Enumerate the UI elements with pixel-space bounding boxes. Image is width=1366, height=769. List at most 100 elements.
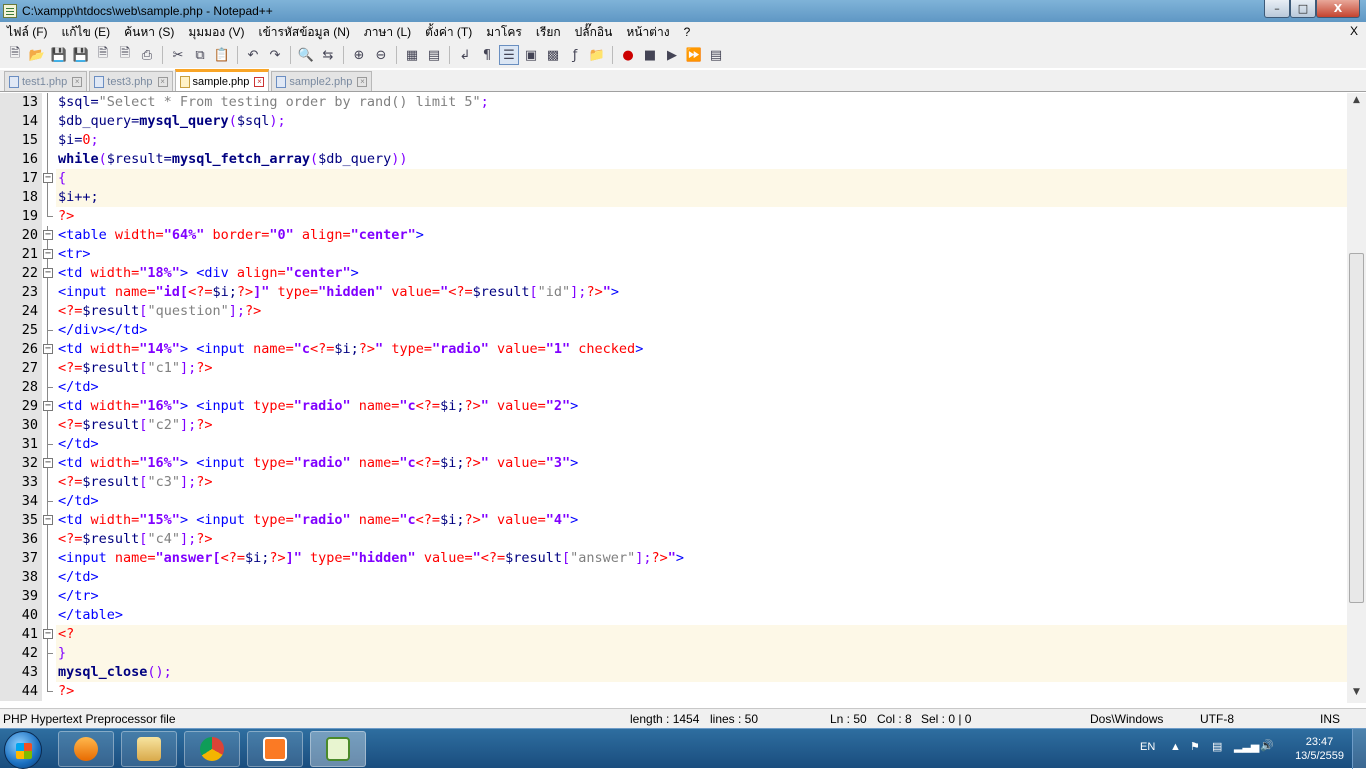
cut-icon[interactable]: ✂ [168, 45, 188, 65]
indent-guide-icon[interactable]: ☰ [499, 45, 519, 65]
notepadpp-app-icon[interactable] [3, 4, 17, 18]
fold-margin [42, 131, 56, 150]
signal-icon[interactable]: ▂▃▅ [1234, 740, 1259, 753]
run-macro-multiple-icon[interactable]: ⏩ [684, 45, 704, 65]
menu-language[interactable]: ภาษา (L) [357, 23, 418, 42]
redo-icon[interactable]: ↷ [265, 45, 285, 65]
fold-toggle-icon[interactable]: − [43, 629, 53, 639]
menu-plugins[interactable]: ปลั๊กอิน [568, 23, 620, 42]
fold-toggle-icon[interactable]: − [43, 173, 53, 183]
code-line: 42} [0, 644, 1347, 663]
sync-vertical-icon[interactable]: ▦ [402, 45, 422, 65]
file-explorer-icon[interactable] [121, 731, 177, 767]
undo-icon[interactable]: ↶ [243, 45, 263, 65]
folder-workspace-icon[interactable]: 📁 [587, 45, 607, 65]
fold-toggle-icon[interactable]: − [43, 458, 53, 468]
udl-icon[interactable]: ▣ [521, 45, 541, 65]
window-title: C:\xampp\htdocs\web\sample.php - Notepad… [22, 4, 273, 18]
close-file-icon[interactable]: 🗎 [93, 45, 113, 65]
input-language[interactable]: EN [1140, 741, 1155, 753]
doc-map-icon[interactable]: ▩ [543, 45, 563, 65]
copy-icon[interactable]: ⧉ [190, 45, 210, 65]
fold-toggle-icon[interactable]: − [43, 344, 53, 354]
vertical-scrollbar[interactable]: ▲ ▼ [1347, 93, 1366, 703]
show-all-chars-icon[interactable]: ¶ [477, 45, 497, 65]
saved-file-icon [94, 75, 105, 88]
chrome-icon[interactable] [184, 731, 240, 767]
fold-toggle-icon[interactable]: − [43, 268, 53, 278]
menu-help[interactable]: ? [677, 25, 698, 39]
record-macro-icon[interactable]: ● [618, 45, 638, 65]
close-all-icon[interactable]: 🗎 [115, 45, 135, 65]
fold-toggle-icon[interactable]: − [43, 515, 53, 525]
menu-edit[interactable]: แก้ไข (E) [55, 23, 118, 42]
save-icon[interactable]: 💾 [49, 45, 69, 65]
paste-icon[interactable]: 📋 [212, 45, 232, 65]
fold-margin [42, 112, 56, 131]
print-icon[interactable]: ⎙ [137, 45, 157, 65]
line-number: 25 [0, 321, 42, 340]
replace-icon[interactable]: ⇆ [318, 45, 338, 65]
system-tray: EN ▲ ⚑ ▤ ▂▃▅ 🔊 23:47 13/5/2559 [1126, 729, 1366, 769]
fold-toggle-icon[interactable]: − [43, 230, 53, 240]
save-all-icon[interactable]: 💾 [71, 45, 91, 65]
xampp-icon[interactable] [247, 731, 303, 767]
code-editor[interactable]: 13 $sql="Select * From testing order by r… [0, 93, 1347, 703]
media-player-icon[interactable] [58, 731, 114, 767]
tab-test3[interactable]: test3.php × [89, 71, 173, 91]
menu-settings[interactable]: ตั้งค่า (T) [418, 23, 479, 42]
zoom-out-icon[interactable]: ⊖ [371, 45, 391, 65]
tab-sample[interactable]: sample.php × [174, 69, 270, 91]
notepadpp-icon[interactable] [310, 731, 366, 767]
tab-close-icon[interactable]: × [72, 76, 83, 87]
menu-view[interactable]: มุมมอง (V) [181, 23, 251, 42]
fold-margin: − [42, 511, 56, 530]
close-button[interactable]: X [1316, 0, 1360, 18]
menu-file[interactable]: ไฟล์ (F) [0, 23, 55, 42]
close-document-button[interactable]: X [1350, 24, 1358, 38]
tab-close-icon[interactable]: × [157, 76, 168, 87]
start-button[interactable] [4, 731, 42, 769]
function-list-icon[interactable]: ƒ [565, 45, 585, 65]
menu-encoding[interactable]: เข้ารหัสข้อมูล (N) [251, 23, 356, 42]
word-wrap-icon[interactable]: ↲ [455, 45, 475, 65]
network-icon[interactable]: ▤ [1212, 740, 1222, 753]
tab-sample2[interactable]: sample2.php × [271, 71, 373, 91]
volume-icon[interactable]: 🔊 [1260, 739, 1274, 752]
menu-run[interactable]: เรียก [529, 23, 568, 42]
save-macro-icon[interactable]: ▤ [706, 45, 726, 65]
line-number: 36 [0, 530, 42, 549]
status-encoding[interactable]: UTF-8 [1200, 712, 1234, 726]
menu-macro[interactable]: มาโคร [479, 23, 529, 42]
maximize-button[interactable]: □ [1290, 0, 1316, 18]
show-hidden-icons-icon[interactable]: ▲ [1170, 741, 1181, 753]
sync-horizontal-icon[interactable]: ▤ [424, 45, 444, 65]
clock[interactable]: 23:47 13/5/2559 [1295, 735, 1344, 763]
status-insert-mode[interactable]: INS [1320, 712, 1340, 726]
code-line: 31 </td> [0, 435, 1347, 454]
show-desktop-button[interactable] [1352, 729, 1366, 769]
line-number: 35 [0, 511, 42, 530]
fold-margin [42, 663, 56, 682]
scroll-thumb[interactable] [1349, 253, 1364, 603]
scroll-down-icon[interactable]: ▼ [1347, 687, 1366, 703]
tab-close-icon[interactable]: × [254, 76, 265, 87]
menu-window[interactable]: หน้าต่าง [619, 23, 676, 42]
zoom-in-icon[interactable]: ⊕ [349, 45, 369, 65]
fold-toggle-icon[interactable]: − [43, 401, 53, 411]
status-eol[interactable]: Dos\Windows [1090, 712, 1163, 726]
tab-test1[interactable]: test1.php × [4, 71, 88, 91]
scroll-up-icon[interactable]: ▲ [1347, 95, 1366, 111]
find-icon[interactable]: 🔍 [296, 45, 316, 65]
minimize-button[interactable]: – [1264, 0, 1290, 18]
new-file-icon[interactable]: 🗎 [5, 45, 25, 65]
tab-close-icon[interactable]: × [357, 76, 368, 87]
play-macro-icon[interactable]: ▶ [662, 45, 682, 65]
toolbar: 🗎 📂 💾 💾 🗎 🗎 ⎙ ✂ ⧉ 📋 ↶ ↷ 🔍 ⇆ ⊕ ⊖ ▦ ▤ ↲ ¶ … [0, 42, 1366, 68]
fold-toggle-icon[interactable]: − [43, 249, 53, 259]
open-file-icon[interactable]: 📂 [27, 45, 47, 65]
stop-macro-icon[interactable]: ■ [640, 45, 660, 65]
fold-margin: − [42, 245, 56, 264]
menu-search[interactable]: ค้นหา (S) [117, 23, 181, 42]
action-center-icon[interactable]: ⚑ [1190, 740, 1200, 753]
